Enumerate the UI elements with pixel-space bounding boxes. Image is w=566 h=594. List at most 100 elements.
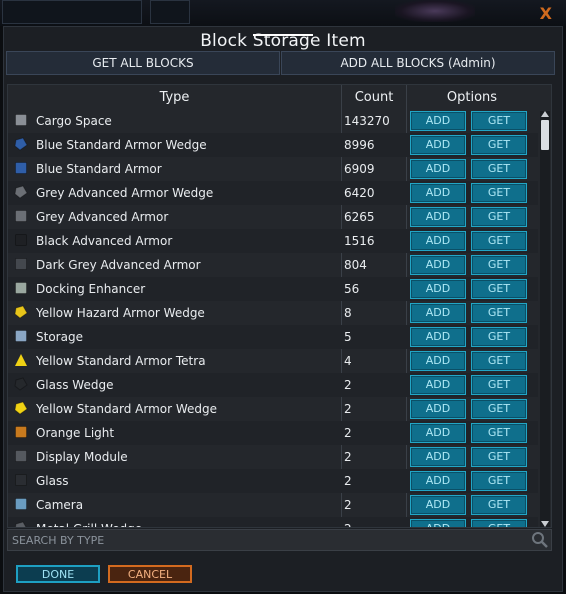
get-button[interactable]: GET <box>471 279 527 299</box>
get-button[interactable]: GET <box>471 207 527 227</box>
row-type-label: Docking Enhancer <box>36 282 146 296</box>
row-count: 804 <box>344 258 367 272</box>
armor-block-icon <box>15 258 27 270</box>
table-row: Yellow Standard Armor Tetra 4 ADD GET <box>8 349 538 373</box>
cancel-button[interactable]: CANCEL <box>108 565 192 583</box>
done-button[interactable]: DONE <box>16 565 100 583</box>
row-type-label: Storage <box>36 330 83 344</box>
add-all-blocks-button[interactable]: ADD ALL BLOCKS (Admin) <box>281 51 555 75</box>
add-button[interactable]: ADD <box>410 495 466 515</box>
get-button[interactable]: GET <box>471 519 527 527</box>
row-type-label: Yellow Standard Armor Wedge <box>36 402 218 416</box>
row-type-label: Blue Standard Armor Wedge <box>36 138 207 152</box>
search-input[interactable] <box>12 532 527 548</box>
get-button[interactable]: GET <box>471 183 527 203</box>
row-count: 143270 <box>344 114 390 128</box>
display-module-icon <box>15 450 27 462</box>
top-decor-strip: X <box>0 0 566 26</box>
get-button[interactable]: GET <box>471 471 527 491</box>
block-storage-dialog: Block Storage Item GET ALL BLOCKS ADD AL… <box>3 26 563 592</box>
table-row: Blue Standard Armor 6909 ADD GET <box>8 157 538 181</box>
table-row: Grey Advanced Armor 6265 ADD GET <box>8 205 538 229</box>
row-count: 6420 <box>344 186 375 200</box>
row-count: 2 <box>344 522 352 527</box>
scroll-thumb[interactable] <box>541 120 549 150</box>
table-row: Yellow Hazard Armor Wedge 8 ADD GET <box>8 301 538 325</box>
row-type-label: Grey Advanced Armor <box>36 210 169 224</box>
get-button[interactable]: GET <box>471 255 527 275</box>
armor-tetra-icon <box>15 354 27 366</box>
add-button[interactable]: ADD <box>410 375 466 395</box>
add-button[interactable]: ADD <box>410 135 466 155</box>
add-button[interactable]: ADD <box>410 111 466 131</box>
get-button[interactable]: GET <box>471 399 527 419</box>
scrollbar[interactable] <box>540 111 550 527</box>
add-button[interactable]: ADD <box>410 279 466 299</box>
scroll-down-icon[interactable] <box>541 521 549 527</box>
glass-wedge-icon <box>14 377 28 391</box>
close-icon[interactable]: X <box>540 4 552 23</box>
row-count: 8996 <box>344 138 375 152</box>
add-button[interactable]: ADD <box>410 399 466 419</box>
search-box <box>7 529 552 551</box>
table-row: Metal Grill Wedge 2 ADD GET <box>8 517 538 527</box>
row-count: 8 <box>344 306 352 320</box>
add-button[interactable]: ADD <box>410 327 466 347</box>
table-header: Type Count Options <box>8 85 551 109</box>
get-button[interactable]: GET <box>471 447 527 467</box>
table-row: Docking Enhancer 56 ADD GET <box>8 277 538 301</box>
row-count: 2 <box>344 474 352 488</box>
add-button[interactable]: ADD <box>410 471 466 491</box>
table-row: Camera 2 ADD GET <box>8 493 538 517</box>
add-button[interactable]: ADD <box>410 519 466 527</box>
row-count: 2 <box>344 498 352 512</box>
add-button[interactable]: ADD <box>410 159 466 179</box>
get-button[interactable]: GET <box>471 111 527 131</box>
add-button[interactable]: ADD <box>410 351 466 371</box>
row-count: 2 <box>344 402 352 416</box>
storage-icon <box>15 330 27 342</box>
add-button[interactable]: ADD <box>410 183 466 203</box>
decor-glow <box>395 0 475 22</box>
row-count: 4 <box>344 354 352 368</box>
row-type-label: Grey Advanced Armor Wedge <box>36 186 214 200</box>
row-count: 2 <box>344 426 352 440</box>
row-count: 6909 <box>344 162 375 176</box>
row-type-label: Black Advanced Armor <box>36 234 173 248</box>
title-underline <box>253 34 313 36</box>
get-button[interactable]: GET <box>471 231 527 251</box>
table-row: Yellow Standard Armor Wedge 2 ADD GET <box>8 397 538 421</box>
glass-icon <box>15 474 27 486</box>
row-type-label: Metal Grill Wedge <box>36 522 142 527</box>
light-icon <box>15 426 27 438</box>
get-button[interactable]: GET <box>471 327 527 347</box>
table-row: Black Advanced Armor 1516 ADD GET <box>8 229 538 253</box>
row-count: 2 <box>344 378 352 392</box>
get-all-blocks-button[interactable]: GET ALL BLOCKS <box>6 51 280 75</box>
add-button[interactable]: ADD <box>410 207 466 227</box>
armor-wedge-icon <box>14 185 28 199</box>
add-button[interactable]: ADD <box>410 255 466 275</box>
get-button[interactable]: GET <box>471 351 527 371</box>
add-button[interactable]: ADD <box>410 447 466 467</box>
header-type: Type <box>159 90 190 105</box>
add-button[interactable]: ADD <box>410 303 466 323</box>
armor-wedge-icon <box>14 401 28 415</box>
scroll-up-icon[interactable] <box>541 111 549 117</box>
search-icon[interactable] <box>531 531 549 549</box>
row-type-label: Glass <box>36 474 69 488</box>
table-row: Grey Advanced Armor Wedge 6420 ADD GET <box>8 181 538 205</box>
get-button[interactable]: GET <box>471 159 527 179</box>
get-button[interactable]: GET <box>471 423 527 443</box>
table-row: Orange Light 2 ADD GET <box>8 421 538 445</box>
get-button[interactable]: GET <box>471 303 527 323</box>
get-button[interactable]: GET <box>471 375 527 395</box>
add-button[interactable]: ADD <box>410 231 466 251</box>
row-type-label: Blue Standard Armor <box>36 162 162 176</box>
header-options: Options <box>446 90 498 105</box>
add-button[interactable]: ADD <box>410 423 466 443</box>
get-button[interactable]: GET <box>471 135 527 155</box>
table-row: Cargo Space 143270 ADD GET <box>8 109 538 133</box>
row-count: 6265 <box>344 210 375 224</box>
get-button[interactable]: GET <box>471 495 527 515</box>
